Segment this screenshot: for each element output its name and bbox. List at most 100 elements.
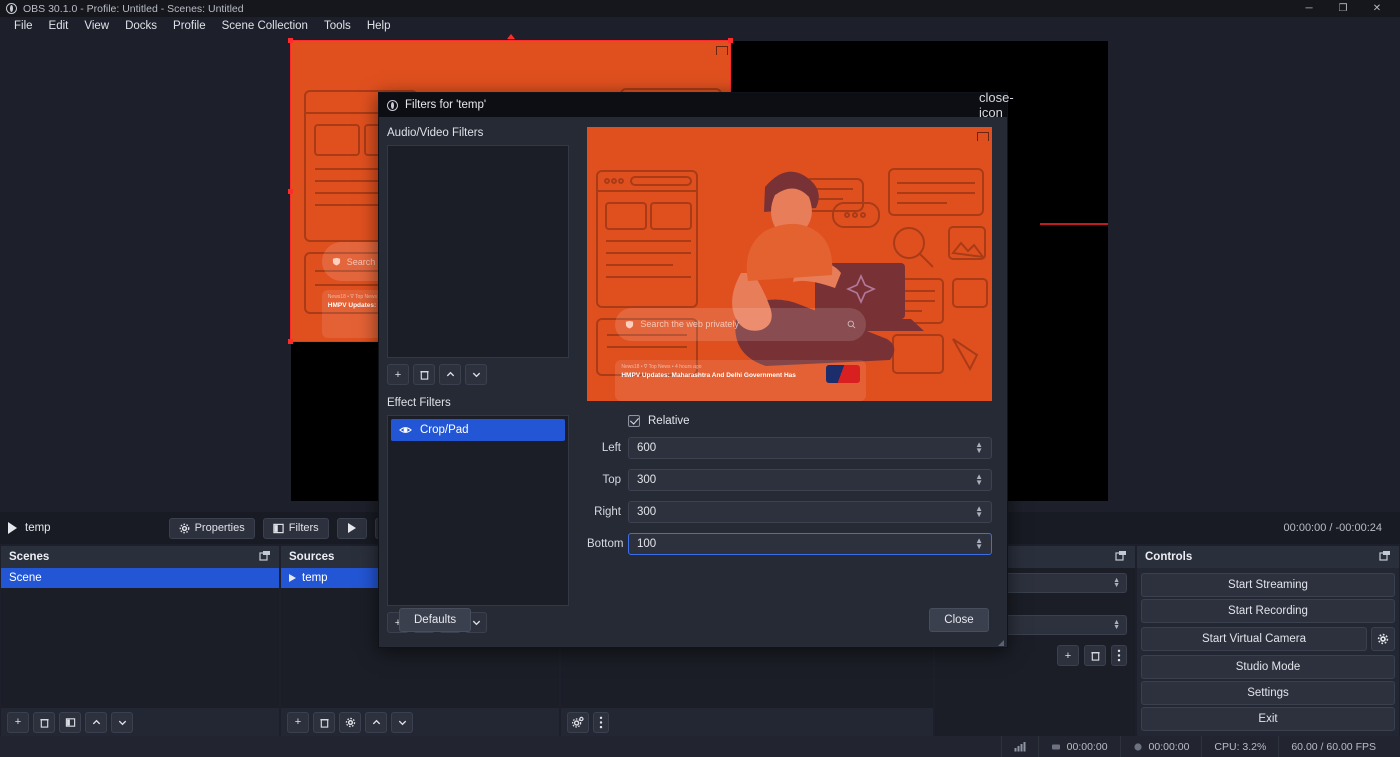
top-label: Top (602, 474, 621, 486)
menu-help[interactable]: Help (359, 17, 399, 36)
sources-title: Sources (289, 551, 335, 563)
dialog-title: Filters for 'temp' (405, 99, 487, 111)
visibility-icon[interactable] (289, 574, 296, 582)
dialog-body: Audio/Video Filters + Effect Filters Cro… (379, 117, 1007, 649)
news-card: News18 • ∇ Top News • 4 hours ago HMPV U… (615, 359, 867, 401)
effect-filters-label: Effect Filters (387, 397, 451, 409)
close-button[interactable]: ✕ (1360, 0, 1394, 17)
undock-icon[interactable] (1379, 550, 1391, 565)
add-scene-button[interactable]: + (7, 711, 29, 733)
dialog-resize-grip[interactable] (996, 636, 1005, 646)
record-status-icon (1133, 742, 1142, 751)
chevron-updown-icon[interactable]: ▲ ▼ (975, 441, 983, 455)
chevron-updown-icon[interactable]: ▲ ▼ (975, 473, 983, 487)
maximize-button[interactable]: ❐ (1326, 0, 1360, 17)
menu-scene-collection[interactable]: Scene Collection (214, 17, 316, 36)
add-av-filter-button[interactable]: + (387, 364, 409, 385)
sources-toolbar: + (281, 708, 559, 736)
move-scene-down-button[interactable] (111, 711, 133, 733)
top-input[interactable]: 300 ▲ ▼ (628, 469, 992, 491)
controls-body: Start Streaming Start Recording Start Vi… (1137, 568, 1399, 736)
controls-dock: Controls Start Streaming Start Recording… (1137, 546, 1399, 736)
virtual-camera-settings-button[interactable] (1371, 627, 1395, 651)
mixer-options-button[interactable] (593, 711, 609, 733)
menu-profile[interactable]: Profile (165, 17, 214, 36)
chevron-updown-icon[interactable]: ▲ ▼ (975, 537, 983, 551)
active-source-label: temp (25, 522, 51, 534)
filters-dialog[interactable]: Filters for 'temp' close-icon Audio/Vide… (378, 90, 1014, 649)
kebab-icon (1117, 649, 1121, 662)
remove-scene-button[interactable] (33, 711, 55, 733)
relative-checkbox[interactable] (628, 415, 640, 427)
filter-preview: Search the web privately News18 • ∇ Top … (587, 127, 992, 401)
properties-label: Properties (194, 522, 245, 534)
add-transition-button[interactable]: + (1057, 645, 1079, 666)
add-source-button[interactable]: + (287, 711, 309, 733)
preview-play-button[interactable] (336, 517, 367, 539)
audio-settings-icon (572, 716, 584, 728)
move-source-up-button[interactable] (365, 711, 387, 733)
stream-time: 00:00:00 (1066, 740, 1108, 753)
effect-filters-list[interactable]: Crop/Pad (387, 415, 569, 606)
remove-av-filter-button[interactable] (413, 364, 435, 385)
menu-file[interactable]: File (6, 17, 41, 36)
properties-button[interactable]: Properties (168, 517, 255, 539)
search-icon (848, 320, 856, 329)
menu-view[interactable]: View (76, 17, 117, 36)
audio-video-filters-label: Audio/Video Filters (387, 127, 484, 139)
start-virtual-camera-button[interactable]: Start Virtual Camera (1141, 627, 1367, 651)
chevron-updown-icon[interactable]: ▲ ▼ (1113, 577, 1120, 589)
settings-button[interactable]: Settings (1141, 681, 1395, 705)
studio-mode-button[interactable]: Studio Mode (1141, 655, 1395, 679)
top-field-row: Top 300 ▲ ▼ (587, 469, 992, 491)
menu-tools[interactable]: Tools (316, 17, 359, 36)
left-input[interactable]: 600 ▲ ▼ (628, 437, 992, 459)
audio-settings-button[interactable] (567, 711, 589, 733)
move-source-down-button[interactable] (391, 711, 413, 733)
source-settings-button[interactable] (339, 711, 361, 733)
undock-icon[interactable] (1115, 550, 1127, 565)
gear-icon (179, 523, 189, 533)
chevron-updown-icon[interactable]: ▲ ▼ (975, 505, 983, 519)
status-bar: 00:00:00 00:00:00 CPU: 3.2% 60.00 / 60.0… (0, 736, 1400, 757)
mixer-toolbar (561, 708, 933, 736)
right-value: 300 (637, 506, 657, 518)
menu-docks[interactable]: Docks (117, 17, 165, 36)
title-bar: OBS 30.1.0 - Profile: Untitled - Scenes:… (0, 0, 1400, 17)
kebab-icon (599, 716, 603, 728)
play-icon (8, 522, 17, 534)
start-streaming-button[interactable]: Start Streaming (1141, 573, 1395, 597)
minimize-button[interactable]: ─ (1292, 0, 1326, 17)
transition-options-button[interactable] (1111, 645, 1127, 666)
undock-icon[interactable] (259, 550, 271, 565)
visibility-icon[interactable] (399, 424, 412, 437)
dialog-close-icon[interactable]: close-icon (979, 90, 1014, 120)
dialog-close-button[interactable]: Close (929, 608, 989, 632)
scenes-list[interactable]: Scene (1, 568, 279, 708)
right-field-row: Right 300 ▲ ▼ (587, 501, 992, 523)
scenes-dock: Scenes Scene + (1, 546, 279, 736)
move-av-filter-down-button[interactable] (465, 364, 487, 385)
move-scene-up-button[interactable] (85, 711, 107, 733)
start-recording-button[interactable]: Start Recording (1141, 599, 1395, 623)
bottom-input[interactable]: 100 ▲ ▼ (628, 533, 992, 555)
right-input[interactable]: 300 ▲ ▼ (628, 501, 992, 523)
menu-bar: File Edit View Docks Profile Scene Colle… (0, 17, 1400, 36)
audio-video-filters-list[interactable] (387, 145, 569, 358)
effect-filter-item-crop-pad[interactable]: Crop/Pad (391, 419, 565, 441)
chevron-updown-icon[interactable]: ▲ ▼ (1113, 619, 1120, 631)
browser-illustration-preview: Search the web privately News18 • ∇ Top … (587, 127, 992, 401)
scene-filters-button[interactable] (59, 711, 81, 733)
menu-edit[interactable]: Edit (41, 17, 77, 36)
move-av-filter-up-button[interactable] (439, 364, 461, 385)
network-status (1000, 736, 1038, 757)
defaults-button[interactable]: Defaults (399, 608, 472, 632)
remove-source-button[interactable] (313, 711, 335, 733)
active-source[interactable]: temp (8, 522, 51, 534)
crop-pad-properties: Relative Left 600 ▲ ▼ Top 300 ▲ ▼ Right … (587, 415, 992, 555)
exit-button[interactable]: Exit (1141, 707, 1395, 731)
remove-transition-button[interactable] (1084, 645, 1106, 666)
relative-checkbox-row[interactable]: Relative (628, 415, 992, 427)
filters-button[interactable]: Filters (262, 517, 329, 539)
scene-list-item[interactable]: Scene (1, 568, 279, 588)
